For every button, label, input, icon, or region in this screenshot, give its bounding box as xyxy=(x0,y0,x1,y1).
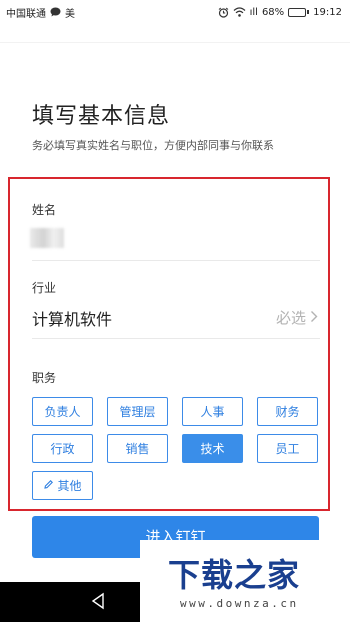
role-button-label: 财务 xyxy=(275,405,300,419)
watermark-title: 下载之家 xyxy=(168,556,301,594)
name-label: 姓名 xyxy=(32,203,57,217)
industry-selector[interactable]: 必选 xyxy=(276,307,318,328)
role-button-label: 技术 xyxy=(200,442,225,456)
clock-time: 19:12 xyxy=(313,6,342,18)
role-label: 职务 xyxy=(32,371,57,385)
role-button-management[interactable]: 管理层 xyxy=(107,397,168,426)
alarm-clock-icon xyxy=(218,7,229,18)
watermark-url: www.downza.cn xyxy=(180,597,299,610)
name-divider xyxy=(32,260,320,261)
battery-percent: 68% xyxy=(261,6,285,18)
role-button-hr[interactable]: 人事 xyxy=(182,397,243,426)
battery-icon xyxy=(288,7,310,17)
name-input-blurred[interactable] xyxy=(30,228,64,248)
role-button-label: 管理层 xyxy=(119,405,156,419)
role-button-admin[interactable]: 行政 xyxy=(32,434,93,463)
back-triangle-icon[interactable] xyxy=(90,592,106,614)
chat-bubble-icon xyxy=(50,7,61,17)
signal-strength: ıll xyxy=(249,6,258,18)
role-button-sales[interactable]: 销售 xyxy=(107,434,168,463)
role-button-staff[interactable]: 员工 xyxy=(257,434,318,463)
industry-required-hint: 必选 xyxy=(275,309,306,327)
chevron-right-icon xyxy=(310,309,318,327)
status-extra: 美 xyxy=(65,8,75,20)
role-button-other[interactable]: 其他 xyxy=(32,471,93,500)
role-button-label: 人事 xyxy=(200,405,225,419)
role-button-label: 销售 xyxy=(125,442,150,456)
page-subtitle: 务必填写真实姓名与职位，方便内部同事与你联系 xyxy=(32,139,274,152)
role-button-finance[interactable]: 财务 xyxy=(257,397,318,426)
wifi-icon xyxy=(233,7,246,17)
status-bar: 中国联通 美 ıll 68% 19:12 xyxy=(0,0,350,24)
carrier-name: 中国联通 xyxy=(6,8,46,20)
pencil-icon xyxy=(43,479,54,493)
role-button-label: 行政 xyxy=(50,442,75,456)
role-button-label: 其他 xyxy=(57,479,82,493)
role-button-label: 负责人 xyxy=(44,405,81,419)
status-left: 中国联通 美 xyxy=(6,5,75,20)
industry-divider xyxy=(32,338,320,339)
watermark: 下载之家 www.downza.cn xyxy=(140,540,350,622)
status-right: ıll 68% 19:12 xyxy=(218,7,342,18)
top-divider xyxy=(0,42,350,43)
role-button-tech[interactable]: 技术 xyxy=(182,434,243,463)
page-title: 填写基本信息 xyxy=(32,104,171,129)
role-button-label: 员工 xyxy=(275,442,300,456)
role-button-manager[interactable]: 负责人 xyxy=(32,397,93,426)
industry-value[interactable]: 计算机软件 xyxy=(32,306,112,330)
industry-label: 行业 xyxy=(32,281,57,295)
